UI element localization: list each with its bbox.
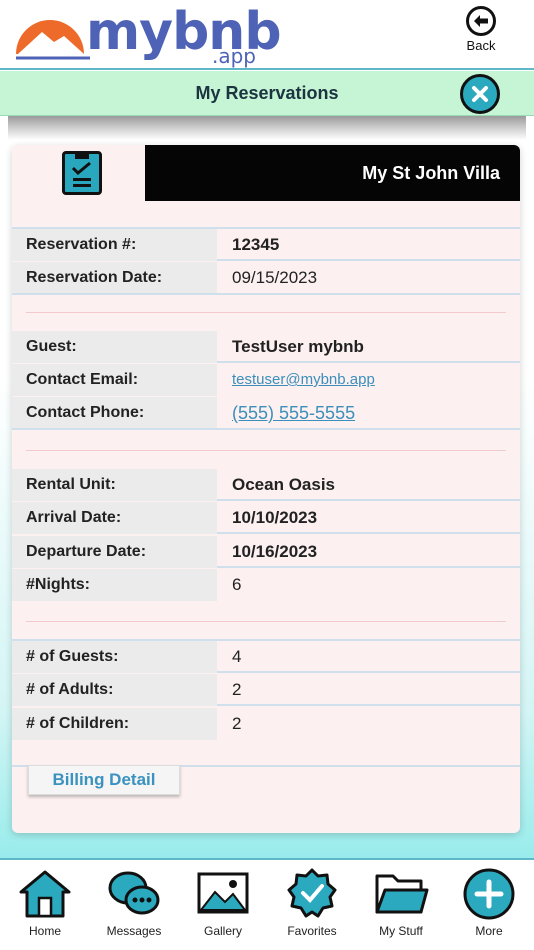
nav-gallery[interactable]: Gallery: [178, 868, 268, 948]
label-guest: Guest:: [12, 331, 217, 363]
close-icon: [472, 86, 488, 102]
divider: [12, 293, 520, 295]
nav-messages-label: Messages: [106, 924, 162, 938]
value-adults-count: 2: [232, 680, 242, 699]
label-adults-count: # of Adults:: [12, 674, 217, 706]
logo-sun-mountain-icon: [16, 20, 90, 60]
nav-home[interactable]: Home: [0, 868, 90, 948]
nav-gallery-label: Gallery: [203, 924, 242, 938]
value-arrival-date: 10/10/2023: [232, 508, 318, 527]
gallery-icon: [197, 872, 249, 914]
nav-my-stuff-label: My Stuff: [379, 924, 423, 938]
nav-favorites-label: Favorites: [287, 924, 337, 938]
value-reservation-date: 09/15/2023: [232, 268, 318, 287]
nav-messages[interactable]: Messages: [89, 868, 179, 948]
row-children-count: # of Children: 2: [12, 708, 520, 740]
row-arrival-date: Arrival Date: 10/10/2023: [12, 502, 520, 534]
label-departure-date: Departure Date:: [12, 536, 217, 568]
home-icon: [19, 870, 71, 918]
favorites-icon: [287, 868, 337, 918]
label-contact-email: Contact Email:: [12, 364, 217, 396]
nav-more-label: More: [475, 924, 503, 938]
label-arrival-date: Arrival Date:: [12, 502, 217, 534]
label-guests-count: # of Guests:: [12, 641, 217, 673]
contact-phone-link[interactable]: (555) 555-5555: [232, 397, 355, 429]
contact-email-link[interactable]: testuser@mybnb.app: [232, 364, 375, 396]
logo-suffix: .app: [212, 44, 257, 68]
row-guests-count: # of Guests: 4: [12, 641, 520, 673]
row-nights: #Nights: 6: [12, 569, 520, 601]
property-name: My St John Villa: [362, 163, 500, 183]
label-reservation-number: Reservation #:: [12, 229, 217, 261]
section-separator: [26, 450, 506, 451]
nav-more[interactable]: More: [444, 868, 534, 948]
back-label: Back: [466, 38, 496, 53]
row-guest: Guest: TestUser mybnb: [12, 331, 520, 363]
property-header: My St John Villa: [145, 145, 520, 201]
value-guest: TestUser mybnb: [232, 337, 364, 356]
back-button[interactable]: Back: [456, 6, 506, 56]
app-header: mybnb .app Back: [0, 0, 534, 70]
label-rental-unit: Rental Unit:: [12, 469, 217, 501]
row-adults-count: # of Adults: 2: [12, 674, 520, 706]
section-separator: [26, 621, 506, 622]
billing-detail-button[interactable]: Billing Detail: [28, 765, 180, 795]
header-shadow: [8, 116, 526, 140]
value-nights: 6: [232, 575, 242, 594]
row-contact-email: Contact Email: testuser@mybnb.app: [12, 364, 520, 396]
mybnb-logo[interactable]: mybnb .app: [14, 2, 284, 68]
row-departure-date: Departure Date: 10/16/2023: [12, 536, 520, 568]
label-nights: #Nights:: [12, 569, 217, 601]
row-rental-unit: Rental Unit: Ocean Oasis: [12, 469, 520, 501]
value-departure-date: 10/16/2023: [232, 542, 318, 561]
nav-favorites[interactable]: Favorites: [267, 868, 357, 948]
plus-icon: [463, 868, 515, 920]
row-reservation-number: Reservation #: 12345: [12, 229, 520, 261]
row-contact-phone: Contact Phone: (555) 555-5555: [12, 397, 520, 429]
card-icon-tab: [12, 145, 145, 201]
value-children-count: 2: [232, 714, 242, 733]
value-guests-count: 4: [232, 647, 242, 666]
value-rental-unit: Ocean Oasis: [232, 475, 336, 494]
folder-icon: [375, 874, 429, 914]
checklist-icon: [62, 151, 102, 195]
value-reservation-number: 12345: [232, 235, 280, 254]
label-children-count: # of Children:: [12, 708, 217, 740]
nav-home-label: Home: [28, 924, 61, 938]
close-button[interactable]: [460, 74, 500, 114]
page-title: My Reservations: [195, 83, 339, 103]
row-reservation-date: Reservation Date: 09/15/2023: [12, 262, 520, 294]
back-arrow-icon: [466, 6, 496, 36]
messages-icon: [108, 871, 160, 915]
label-contact-phone: Contact Phone:: [12, 397, 217, 429]
label-reservation-date: Reservation Date:: [12, 262, 217, 294]
bottom-nav: Home Messages Gallery Favorites My Stuff…: [0, 858, 534, 950]
divider: [12, 428, 520, 430]
section-separator: [26, 312, 506, 313]
nav-my-stuff[interactable]: My Stuff: [356, 868, 446, 948]
title-bar: My Reservations: [0, 71, 534, 116]
reservation-card: My St John Villa Reservation #: 12345 Re…: [12, 145, 520, 833]
